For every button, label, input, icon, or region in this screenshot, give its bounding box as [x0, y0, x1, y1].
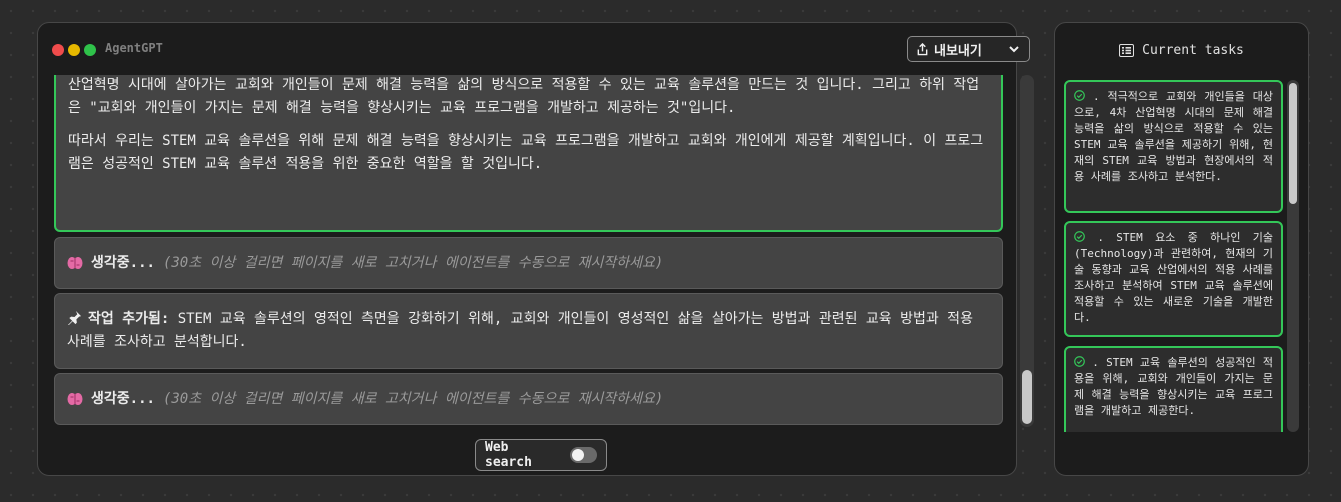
chevron-down-icon [1009, 46, 1019, 53]
task-text: . STEM 요소 중 하나인 기술(Technology)과 관련하여, 현재… [1074, 231, 1274, 324]
task-text: . 적극적으로 교회와 개인들을 대상으로, 4차 산업혁명 시대의 문제 해결… [1074, 90, 1274, 183]
task-text: . STEM 교육 솔루션의 성공적인 적용을 위해, 교회와 개인들이 가지는… [1074, 356, 1274, 417]
brain-icon [67, 393, 83, 405]
thinking-label: 생각중... [91, 254, 155, 271]
check-circle-icon [1074, 90, 1085, 101]
task-added-label: 작업 추가됨: [88, 311, 170, 327]
thinking-message: 생각중... (30초 이상 걸리면 페이지를 새로 고치거나 에이전트를 수동… [54, 237, 1003, 289]
export-button[interactable]: 내보내기 [907, 36, 1030, 62]
web-search-label: Web search [485, 440, 532, 470]
tasks-panel: Current tasks . 적극적으로 교회와 개인들을 대상으로, 4차 … [1054, 22, 1309, 476]
tasks-scrollbar[interactable] [1287, 80, 1299, 432]
message-list[interactable]: 산업혁명 시대에 살아가는 교회와 개인들이 문제 해결 능력을 삶의 방식으로… [54, 75, 1004, 427]
thinking-note: (30초 이상 걸리면 페이지를 새로 고치거나 에이전트를 수동으로 재시작하… [162, 254, 664, 271]
check-circle-icon [1074, 356, 1085, 367]
tasks-title: Current tasks [1142, 43, 1244, 58]
task-added-text: 작업 추가됨: STEM 교육 솔루션의 영적인 측면을 강화하기 위해, 교회… [67, 308, 990, 354]
web-search-toggle[interactable]: Web search [475, 439, 607, 471]
web-search-switch[interactable] [570, 447, 597, 463]
task-card: . 적극적으로 교회와 개인들을 대상으로, 4차 산업혁명 시대의 문제 해결… [1064, 80, 1283, 213]
thinking-message: 생각중... (30초 이상 걸리면 페이지를 새로 고치거나 에이전트를 수동… [54, 373, 1003, 425]
minimize-dot[interactable] [68, 44, 80, 56]
message-paragraph: 산업혁명 시대에 살아가는 교회와 개인들이 문제 해결 능력을 삶의 방식으로… [68, 77, 980, 116]
app-title: AgentGPT [105, 41, 163, 55]
agent-window: AgentGPT 내보내기 산업혁명 시대에 살아가는 교회와 개인들이 문제 … [37, 22, 1034, 476]
message-scrollbar-thumb[interactable] [1022, 370, 1032, 424]
task-added-body: STEM 교육 솔루션의 영적인 측면을 강화하기 위해, 교회와 개인들이 영… [67, 311, 973, 350]
agent-message: 산업혁명 시대에 살아가는 교회와 개인들이 문제 해결 능력을 삶의 방식으로… [54, 75, 1003, 232]
export-label: 내보내기 [934, 43, 982, 59]
window-titlebar: AgentGPT 내보내기 [38, 23, 1030, 75]
task-card: . STEM 교육 솔루션의 성공적인 적용을 위해, 교회와 개인들이 가지는… [1064, 346, 1283, 432]
share-icon [917, 42, 928, 55]
brain-icon [67, 257, 83, 269]
pin-icon [67, 310, 82, 326]
task-added-message: 작업 추가됨: STEM 교육 솔루션의 영적인 측면을 강화하기 위해, 교회… [54, 293, 1003, 369]
tasks-scrollbar-thumb[interactable] [1289, 83, 1297, 204]
tasks-header: Current tasks [1055, 43, 1308, 58]
message-scrollbar[interactable] [1020, 75, 1034, 427]
check-circle-icon [1074, 231, 1085, 242]
maximize-dot[interactable] [84, 44, 96, 56]
task-list[interactable]: . 적극적으로 교회와 개인들을 대상으로, 4차 산업혁명 시대의 문제 해결… [1064, 80, 1283, 432]
message-paragraph: 따라서 우리는 STEM 교육 솔루션을 위해 문제 해결 능력을 향상시키는 … [68, 133, 984, 172]
switch-knob [572, 449, 585, 461]
close-dot[interactable] [52, 44, 64, 56]
task-list-icon [1119, 44, 1135, 57]
task-card: . STEM 요소 중 하나인 기술(Technology)과 관련하여, 현재… [1064, 221, 1283, 337]
thinking-note: (30초 이상 걸리면 페이지를 새로 고치거나 에이전트를 수동으로 재시작하… [162, 390, 664, 407]
thinking-label: 생각중... [91, 390, 155, 407]
